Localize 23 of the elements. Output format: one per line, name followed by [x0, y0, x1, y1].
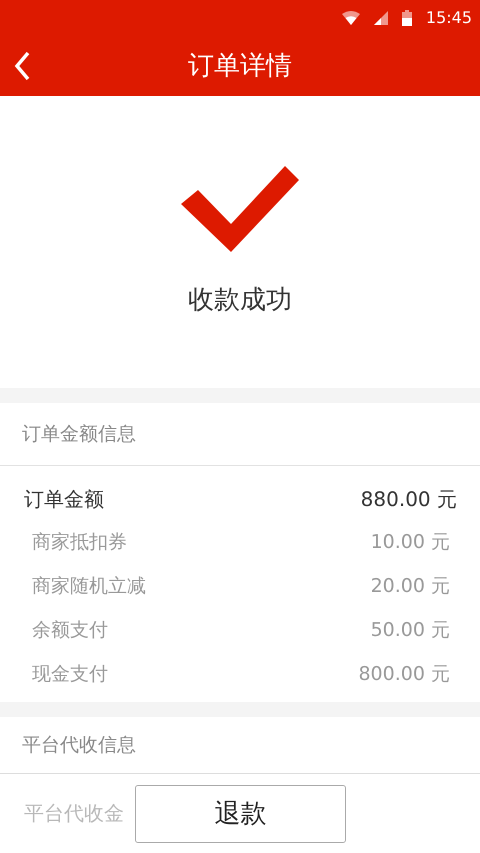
- refund-button[interactable]: 退款: [135, 784, 346, 842]
- clock-time: 15:45: [426, 8, 472, 27]
- amount-label: 余额支付: [32, 618, 108, 643]
- section-title: 订单金额信息: [0, 403, 480, 466]
- wifi-icon: [342, 10, 360, 24]
- amount-value: 880.00 元: [360, 486, 457, 512]
- amount-value: 800.00 元: [358, 662, 450, 687]
- amount-label: 订单金额: [24, 486, 104, 512]
- amount-value: 10.00 元: [370, 530, 450, 555]
- amount-label: 平台代收金: [24, 800, 124, 827]
- back-button[interactable]: [14, 50, 30, 80]
- amount-value: 50.00 元: [370, 618, 450, 643]
- amount-value: 20.00 元: [370, 574, 450, 599]
- battery-icon: [402, 10, 412, 26]
- signal-icon: [374, 10, 388, 24]
- back-icon: [14, 50, 30, 80]
- checkmark-icon: [181, 166, 299, 252]
- amount-label: 商家抵扣券: [32, 530, 127, 555]
- amount-label: 现金支付: [32, 662, 108, 687]
- section-title: 平台代收信息: [21, 733, 136, 758]
- success-message: 收款成功: [188, 284, 292, 317]
- page-title: 订单详情: [188, 50, 292, 83]
- amount-label: 商家随机立减: [32, 574, 146, 599]
